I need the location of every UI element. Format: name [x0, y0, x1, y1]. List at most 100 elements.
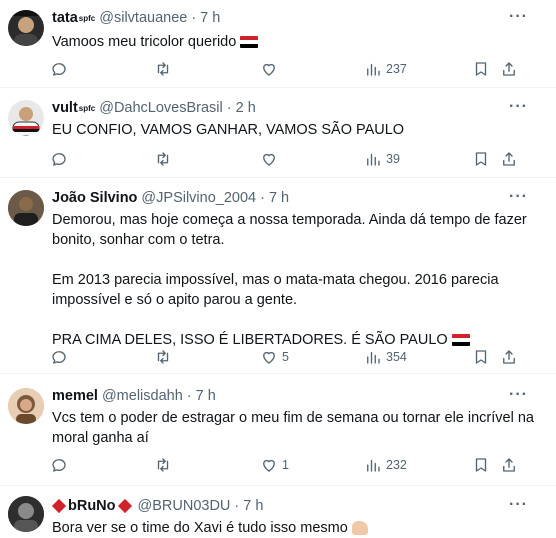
- views-button[interactable]: 39: [364, 150, 400, 168]
- view-count: 354: [386, 350, 407, 364]
- timestamp[interactable]: 7 h: [196, 388, 216, 404]
- like-button[interactable]: [260, 60, 282, 78]
- more-options-icon[interactable]: ···: [509, 98, 528, 116]
- heart-icon: [263, 153, 275, 166]
- views-button[interactable]: 354: [364, 348, 407, 366]
- timestamp[interactable]: 7 h: [200, 10, 220, 26]
- views-button[interactable]: 237: [364, 60, 407, 78]
- user-handle[interactable]: @silvtauanee: [99, 10, 187, 26]
- separator-dot: ·: [186, 388, 192, 404]
- timestamp[interactable]: 7 h: [243, 498, 263, 514]
- tweet-line: Em 2013 parecia impossível, mas o mata-m…: [52, 272, 499, 288]
- share-icon: [503, 152, 515, 166]
- tweet-text: EU CONFIO, VAMOS GANHAR, VAMOS SÃO PAULO: [52, 120, 536, 140]
- like-button[interactable]: 1: [260, 456, 289, 474]
- like-count: 5: [282, 350, 289, 364]
- retweet-button[interactable]: [154, 60, 172, 78]
- diamond-icon: [51, 498, 67, 514]
- tweet-line: impossível e só o apito parou a gente.: [52, 292, 298, 308]
- more-options-icon[interactable]: ···: [509, 386, 528, 404]
- more-options-icon[interactable]: ···: [509, 496, 528, 514]
- avatar[interactable]: [8, 388, 44, 424]
- brazil-flag-icon: [240, 36, 259, 49]
- name-badge: spfc: [78, 13, 96, 23]
- display-name[interactable]: João Silvino: [52, 190, 137, 206]
- reply-button[interactable]: [50, 348, 68, 366]
- view-count: 232: [386, 458, 407, 472]
- views-icon: [367, 351, 380, 364]
- heart-icon: [263, 459, 275, 472]
- views-button[interactable]: 232: [364, 456, 407, 474]
- share-button[interactable]: [500, 456, 518, 474]
- display-name[interactable]: bRuNo: [68, 498, 116, 514]
- view-count: 39: [386, 152, 400, 166]
- reply-icon: [52, 63, 66, 76]
- bookmark-button[interactable]: [472, 60, 490, 78]
- tweet-text: Bora ver se o time do Xavi é tudo isso m…: [52, 518, 536, 538]
- share-button[interactable]: [500, 150, 518, 168]
- more-options-icon[interactable]: ···: [509, 188, 528, 206]
- tweet-line: EU CONFIO, VAMOS GANHAR, VAMOS SÃO PAULO: [52, 122, 405, 138]
- heart-icon: [263, 351, 275, 364]
- tweet-line: moral ganha aí: [52, 430, 149, 446]
- display-name[interactable]: memel: [52, 388, 98, 404]
- bookmark-button[interactable]: [472, 348, 490, 366]
- display-name[interactable]: tata: [52, 10, 78, 26]
- user-handle[interactable]: @DahcLovesBrasil: [99, 100, 223, 116]
- reply-button[interactable]: [50, 60, 68, 78]
- bookmark-button[interactable]: [472, 456, 490, 474]
- tweet-line: bonito, sonhar com o tetra.: [52, 232, 225, 248]
- user-handle[interactable]: @BRUN03DU: [138, 498, 231, 514]
- reply-button[interactable]: [50, 456, 68, 474]
- share-icon: [503, 458, 515, 472]
- like-button[interactable]: 5: [260, 348, 289, 366]
- separator-dot: ·: [226, 100, 232, 116]
- flexed-biceps-icon: [351, 521, 368, 536]
- brazil-flag-icon: [451, 334, 470, 347]
- share-button[interactable]: [500, 60, 518, 78]
- user-handle[interactable]: @melisdahh: [102, 388, 183, 404]
- like-count: 1: [282, 458, 289, 472]
- tweet-text: Vamoos meu tricolor querido: [52, 32, 536, 52]
- views-icon: [367, 459, 380, 472]
- tweet[interactable]: vult spfc @DahcLovesBrasil · 2 h ··· EU C…: [0, 88, 556, 178]
- reply-button[interactable]: [50, 150, 68, 168]
- avatar[interactable]: [8, 100, 44, 136]
- avatar[interactable]: [8, 10, 44, 46]
- retweet-icon: [157, 152, 169, 166]
- tweet-text: Vcs tem o poder de estragar o meu fim de…: [52, 408, 536, 448]
- tweet[interactable]: bRuNo @BRUN03DU · 7 h ··· Bora ver se o …: [0, 486, 556, 538]
- reply-icon: [52, 153, 66, 166]
- diamond-icon: [117, 498, 132, 514]
- timeline-feed: tata spfc @silvtauanee · 7 h ··· Vamoos m…: [0, 0, 556, 538]
- tweet-line: PRA CIMA DELES, ISSO É LIBERTADORES. É S…: [52, 332, 448, 348]
- retweet-button[interactable]: [154, 150, 172, 168]
- name-badge: spfc: [78, 103, 96, 113]
- retweet-button[interactable]: [154, 348, 172, 366]
- tweet-line: Demorou, mas hoje começa a nossa tempora…: [52, 212, 527, 228]
- bookmark-icon: [475, 458, 487, 472]
- reply-icon: [52, 351, 66, 364]
- tweet[interactable]: tata spfc @silvtauanee · 7 h ··· Vamoos m…: [0, 0, 556, 88]
- separator-dot: ·: [260, 190, 265, 206]
- retweet-icon: [157, 350, 169, 364]
- like-button[interactable]: [260, 150, 282, 168]
- timestamp[interactable]: 2 h: [236, 100, 256, 116]
- user-handle[interactable]: @JPSilvino_2004: [141, 190, 256, 206]
- retweet-icon: [157, 458, 169, 472]
- avatar[interactable]: [8, 190, 44, 226]
- more-options-icon[interactable]: ···: [509, 8, 528, 26]
- bookmark-icon: [475, 350, 487, 364]
- bookmark-icon: [475, 152, 487, 166]
- views-icon: [367, 63, 380, 76]
- tweet[interactable]: João Silvino @JPSilvino_2004 · 7 h ··· D…: [0, 178, 556, 374]
- retweet-button[interactable]: [154, 456, 172, 474]
- avatar[interactable]: [8, 496, 44, 532]
- view-count: 237: [386, 62, 407, 76]
- views-icon: [367, 153, 380, 166]
- timestamp[interactable]: 7 h: [269, 190, 289, 206]
- display-name[interactable]: vult: [52, 100, 78, 116]
- tweet[interactable]: memel @melisdahh · 7 h ··· Vcs tem o pod…: [0, 374, 556, 486]
- share-button[interactable]: [500, 348, 518, 366]
- bookmark-button[interactable]: [472, 150, 490, 168]
